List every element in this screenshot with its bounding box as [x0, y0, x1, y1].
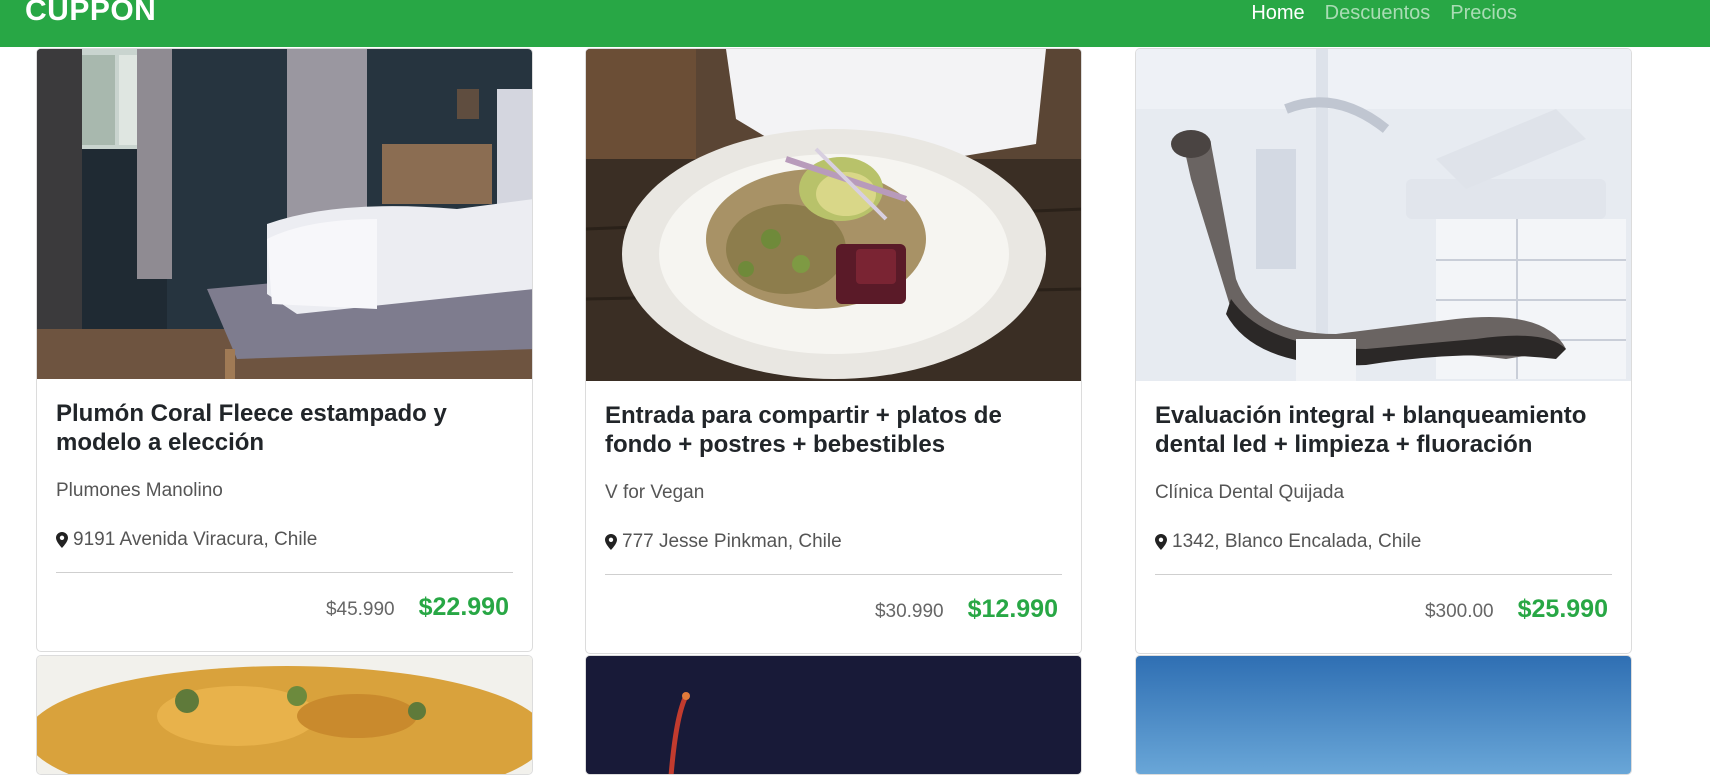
price-row: $30.990 $12.990 [605, 595, 1062, 624]
sky-photo [1136, 656, 1631, 774]
night-photo [586, 656, 1081, 774]
vendor-name: Clínica Dental Quijada [1155, 482, 1345, 503]
dental-chair-photo [1136, 49, 1631, 381]
bedroom-photo [37, 49, 532, 379]
deal-card[interactable] [1135, 655, 1632, 775]
deal-title[interactable]: Plumón Coral Fleece estampado y modelo a… [56, 399, 513, 457]
card-body: Evaluación integral + blanqueamiento den… [1155, 401, 1612, 624]
nav-links: Home Descuentos Precios [1251, 0, 1517, 26]
map-marker-icon [1155, 534, 1167, 550]
deal-title[interactable]: Evaluación integral + blanqueamiento den… [1155, 401, 1612, 459]
discount-price: $22.990 [418, 593, 509, 621]
nav-home-link[interactable]: Home [1251, 0, 1304, 26]
location-text: 777 Jesse Pinkman, Chile [622, 531, 842, 552]
original-price: $45.990 [325, 599, 395, 620]
divider [605, 574, 1062, 575]
food-photo [37, 656, 532, 774]
map-marker-icon [56, 532, 68, 548]
card-body: Entrada para compartir + platos de fondo… [605, 401, 1062, 624]
location-text: 9191 Avenida Viracura, Chile [73, 529, 318, 550]
divider [1155, 574, 1612, 575]
deal-title[interactable]: Entrada para compartir + platos de fondo… [605, 401, 1062, 459]
top-navbar: CUPPON Home Descuentos Precios [0, 0, 1710, 47]
price-row: $300.00 $25.990 [1155, 595, 1612, 624]
nav-precios-link[interactable]: Precios [1450, 0, 1517, 26]
original-price: $30.990 [874, 601, 944, 622]
vegan-dish-photo [586, 49, 1081, 381]
location: 777 Jesse Pinkman, Chile [605, 531, 1062, 553]
deal-card[interactable] [36, 655, 533, 775]
brand-logo[interactable]: CUPPON [25, 0, 156, 28]
vendor-name: Plumones Manolino [56, 480, 223, 501]
deal-card[interactable]: Plumón Coral Fleece estampado y modelo a… [36, 48, 533, 652]
card-body: Plumón Coral Fleece estampado y modelo a… [56, 399, 513, 622]
deal-card[interactable] [585, 655, 1082, 775]
deal-card[interactable]: Entrada para compartir + platos de fondo… [585, 48, 1082, 654]
divider [56, 572, 513, 573]
deal-card[interactable]: Evaluación integral + blanqueamiento den… [1135, 48, 1632, 654]
vendor-name: V for Vegan [605, 482, 705, 503]
original-price: $300.00 [1424, 601, 1494, 622]
discount-price: $25.990 [1517, 595, 1608, 623]
map-marker-icon [605, 534, 617, 550]
price-row: $45.990 $22.990 [56, 593, 513, 622]
location: 1342, Blanco Encalada, Chile [1155, 531, 1612, 553]
location-text: 1342, Blanco Encalada, Chile [1172, 531, 1422, 552]
nav-descuentos-link[interactable]: Descuentos [1325, 0, 1431, 26]
location: 9191 Avenida Viracura, Chile [56, 529, 513, 551]
discount-price: $12.990 [967, 595, 1058, 623]
